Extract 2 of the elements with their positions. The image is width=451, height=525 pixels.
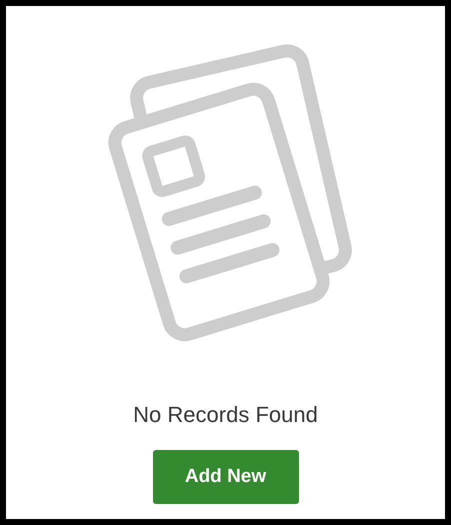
add-new-button[interactable]: Add New — [152, 450, 298, 504]
empty-message: No Records Found — [133, 402, 318, 428]
